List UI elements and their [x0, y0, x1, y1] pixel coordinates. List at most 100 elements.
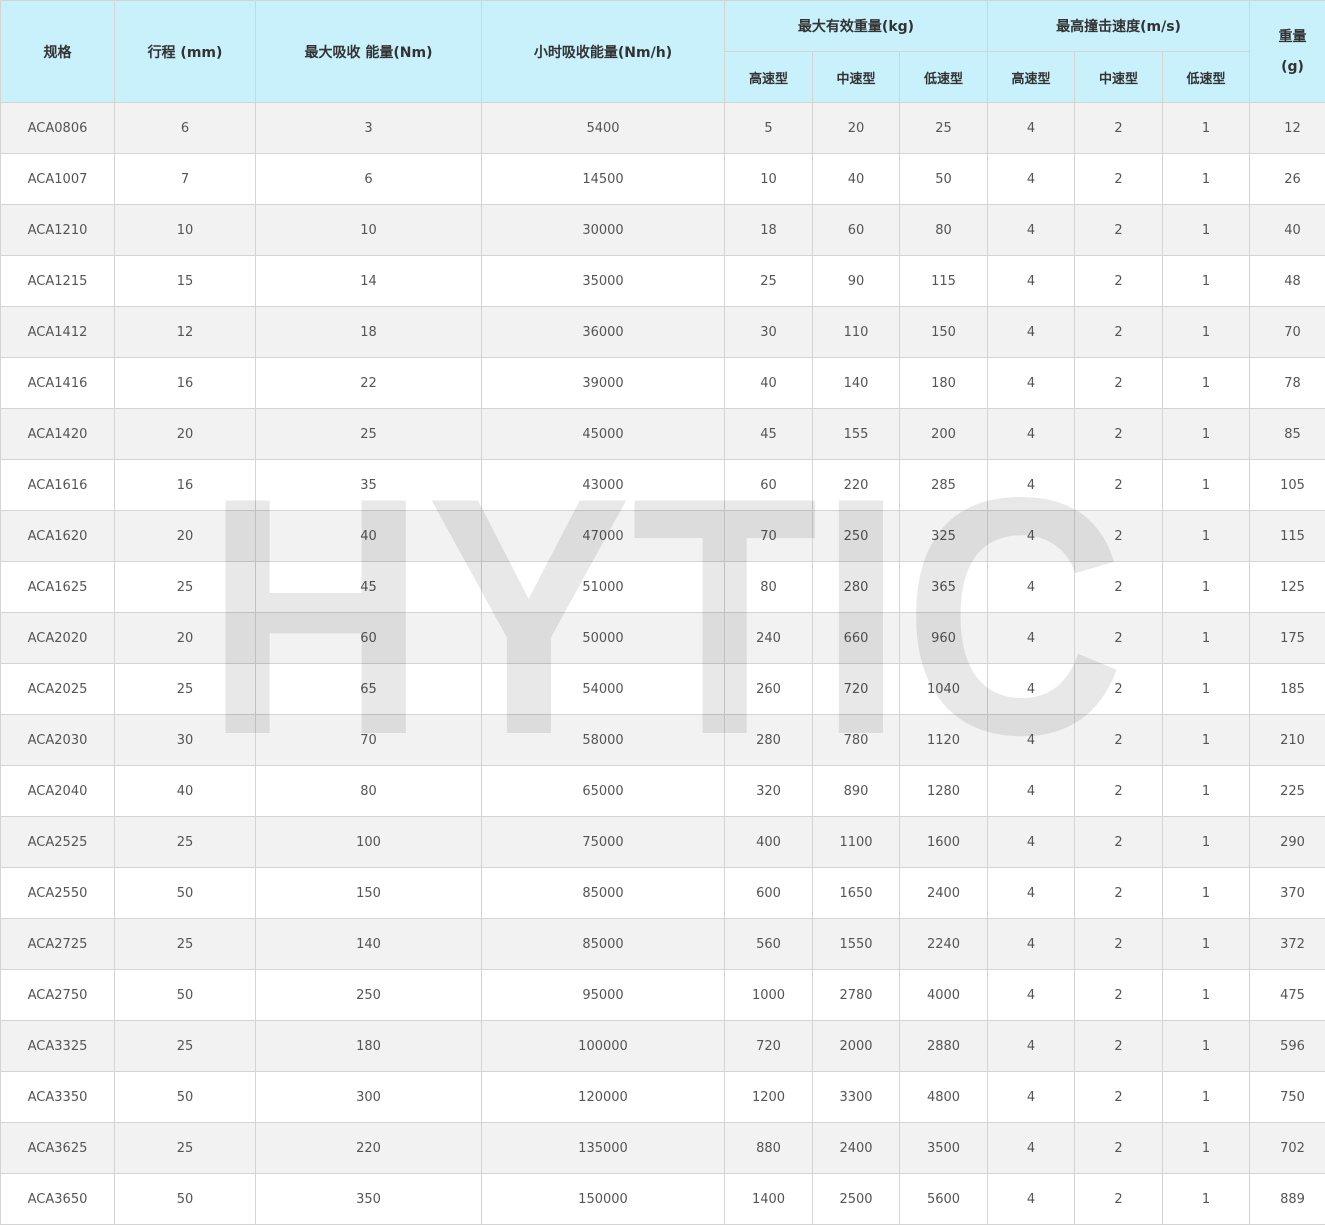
cell-speed-low: 1: [1161, 918, 1251, 970]
cell-max-energy: 300: [255, 1071, 482, 1123]
cell-max-energy: 10: [255, 204, 482, 256]
cell-mass-mid: 40: [812, 153, 900, 205]
cell-max-energy: 25: [255, 408, 482, 460]
cell-hourly-energy: 14500: [481, 153, 725, 205]
table-row: ACA2725 25 140 85000 560 1550 2240 4 2 1 372: [0, 918, 1325, 970]
cell-max-energy: 100: [255, 816, 482, 868]
cell-speed-high: 4: [987, 1173, 1075, 1225]
cell-mass-high: 560: [724, 918, 813, 970]
table-row: ACA1210 10 10 30000 18 60 80 4 2 1 40: [0, 204, 1325, 256]
header-max-speed: 最高撞击速度(m/s): [986, 0, 1251, 52]
cell-mass-high: 70: [724, 510, 813, 562]
cell-weight: 225: [1249, 765, 1325, 817]
cell-hourly-energy: 150000: [481, 1173, 725, 1225]
cell-max-energy: 250: [255, 969, 482, 1021]
cell-max-energy: 3: [255, 102, 482, 154]
table-row: ACA2025 25 65 54000 260 720 1040 4 2 1 185: [0, 663, 1325, 715]
cell-mass-low: 3500: [899, 1122, 988, 1174]
cell-weight: 370: [1249, 867, 1325, 919]
table-body: ACA0806 6 3 5400 5 20 25 4 2 1 12 ACA1007 7 6 14500 10 4…: [0, 102, 1325, 1225]
table-row: ACA3650 50 350 150000 1400 2500 5600 4 2 1 889: [0, 1173, 1325, 1225]
cell-mass-high: 5: [724, 102, 813, 154]
table-row: ACA1007 7 6 14500 10 40 50 4 2 1 26: [0, 153, 1325, 205]
cell-mass-low: 1280: [899, 765, 988, 817]
cell-model: ACA1616: [0, 459, 115, 511]
table-row: ACA3350 50 300 120000 1200 3300 4800 4 2 1 750: [0, 1071, 1325, 1123]
cell-stroke: 20: [114, 408, 256, 460]
cell-speed-low: 1: [1161, 561, 1251, 613]
cell-stroke: 50: [114, 867, 256, 919]
cell-hourly-energy: 100000: [481, 1020, 725, 1072]
cell-hourly-energy: 95000: [481, 969, 725, 1021]
cell-speed-low: 1: [1161, 1122, 1251, 1174]
cell-mass-high: 880: [724, 1122, 813, 1174]
cell-stroke: 15: [114, 255, 256, 307]
cell-speed-high: 4: [987, 969, 1075, 1021]
cell-speed-low: 1: [1161, 153, 1251, 205]
cell-stroke: 20: [114, 612, 256, 664]
cell-speed-mid: 2: [1074, 1020, 1163, 1072]
cell-hourly-energy: 65000: [481, 765, 725, 817]
subheader-mass-mid: 中速型: [812, 51, 900, 103]
cell-speed-high: 4: [987, 255, 1075, 307]
cell-max-energy: 65: [255, 663, 482, 715]
header-max-mass: 最大有效重量(kg): [724, 0, 988, 52]
cell-stroke: 40: [114, 765, 256, 817]
table-row: ACA2030 30 70 58000 280 780 1120 4 2 1 210: [0, 714, 1325, 766]
table-row: ACA2525 25 100 75000 400 1100 1600 4 2 1 290: [0, 816, 1325, 868]
cell-speed-high: 4: [987, 102, 1075, 154]
cell-speed-mid: 2: [1074, 561, 1163, 613]
cell-mass-low: 1120: [899, 714, 988, 766]
cell-model: ACA1412: [0, 306, 115, 358]
cell-speed-mid: 2: [1074, 102, 1163, 154]
cell-weight: 125: [1249, 561, 1325, 613]
cell-speed-low: 1: [1161, 408, 1251, 460]
header-weight: 重量 (g): [1249, 0, 1325, 103]
cell-hourly-energy: 47000: [481, 510, 725, 562]
table-row: ACA0806 6 3 5400 5 20 25 4 2 1 12: [0, 102, 1325, 154]
header-hourly-energy: 小时吸收能量(Nm/h): [481, 0, 725, 103]
cell-speed-high: 4: [987, 561, 1075, 613]
cell-weight: 702: [1249, 1122, 1325, 1174]
cell-speed-high: 4: [987, 1071, 1075, 1123]
cell-speed-low: 1: [1161, 765, 1251, 817]
cell-hourly-energy: 39000: [481, 357, 725, 409]
cell-weight: 889: [1249, 1173, 1325, 1225]
cell-speed-low: 1: [1161, 867, 1251, 919]
cell-stroke: 50: [114, 969, 256, 1021]
cell-max-energy: 6: [255, 153, 482, 205]
cell-model: ACA3325: [0, 1020, 115, 1072]
cell-mass-mid: 3300: [812, 1071, 900, 1123]
cell-speed-low: 1: [1161, 306, 1251, 358]
cell-stroke: 16: [114, 357, 256, 409]
header-spec: 规格: [0, 0, 115, 103]
cell-speed-mid: 2: [1074, 204, 1163, 256]
cell-mass-mid: 1550: [812, 918, 900, 970]
cell-speed-mid: 2: [1074, 867, 1163, 919]
table-row: ACA1416 16 22 39000 40 140 180 4 2 1 78: [0, 357, 1325, 409]
cell-model: ACA2025: [0, 663, 115, 715]
cell-mass-high: 1200: [724, 1071, 813, 1123]
cell-max-energy: 35: [255, 459, 482, 511]
subheader-speed-high: 高速型: [987, 51, 1075, 103]
cell-mass-mid: 280: [812, 561, 900, 613]
cell-max-energy: 140: [255, 918, 482, 970]
cell-mass-low: 325: [899, 510, 988, 562]
table-row: ACA2040 40 80 65000 320 890 1280 4 2 1 225: [0, 765, 1325, 817]
cell-weight: 290: [1249, 816, 1325, 868]
cell-mass-mid: 250: [812, 510, 900, 562]
cell-mass-low: 4800: [899, 1071, 988, 1123]
cell-max-energy: 40: [255, 510, 482, 562]
cell-mass-mid: 2000: [812, 1020, 900, 1072]
cell-weight: 26: [1249, 153, 1325, 205]
cell-mass-mid: 60: [812, 204, 900, 256]
table-header: 规格 行程 (mm) 最大吸收 能量(Nm) 小时吸收能量(Nm/h) 最大有效…: [0, 0, 1325, 103]
cell-speed-low: 1: [1161, 510, 1251, 562]
cell-max-energy: 180: [255, 1020, 482, 1072]
cell-speed-high: 4: [987, 408, 1075, 460]
cell-mass-high: 60: [724, 459, 813, 511]
cell-stroke: 7: [114, 153, 256, 205]
cell-model: ACA1625: [0, 561, 115, 613]
cell-model: ACA1007: [0, 153, 115, 205]
table-row: ACA3625 25 220 135000 880 2400 3500 4 2 1 702: [0, 1122, 1325, 1174]
